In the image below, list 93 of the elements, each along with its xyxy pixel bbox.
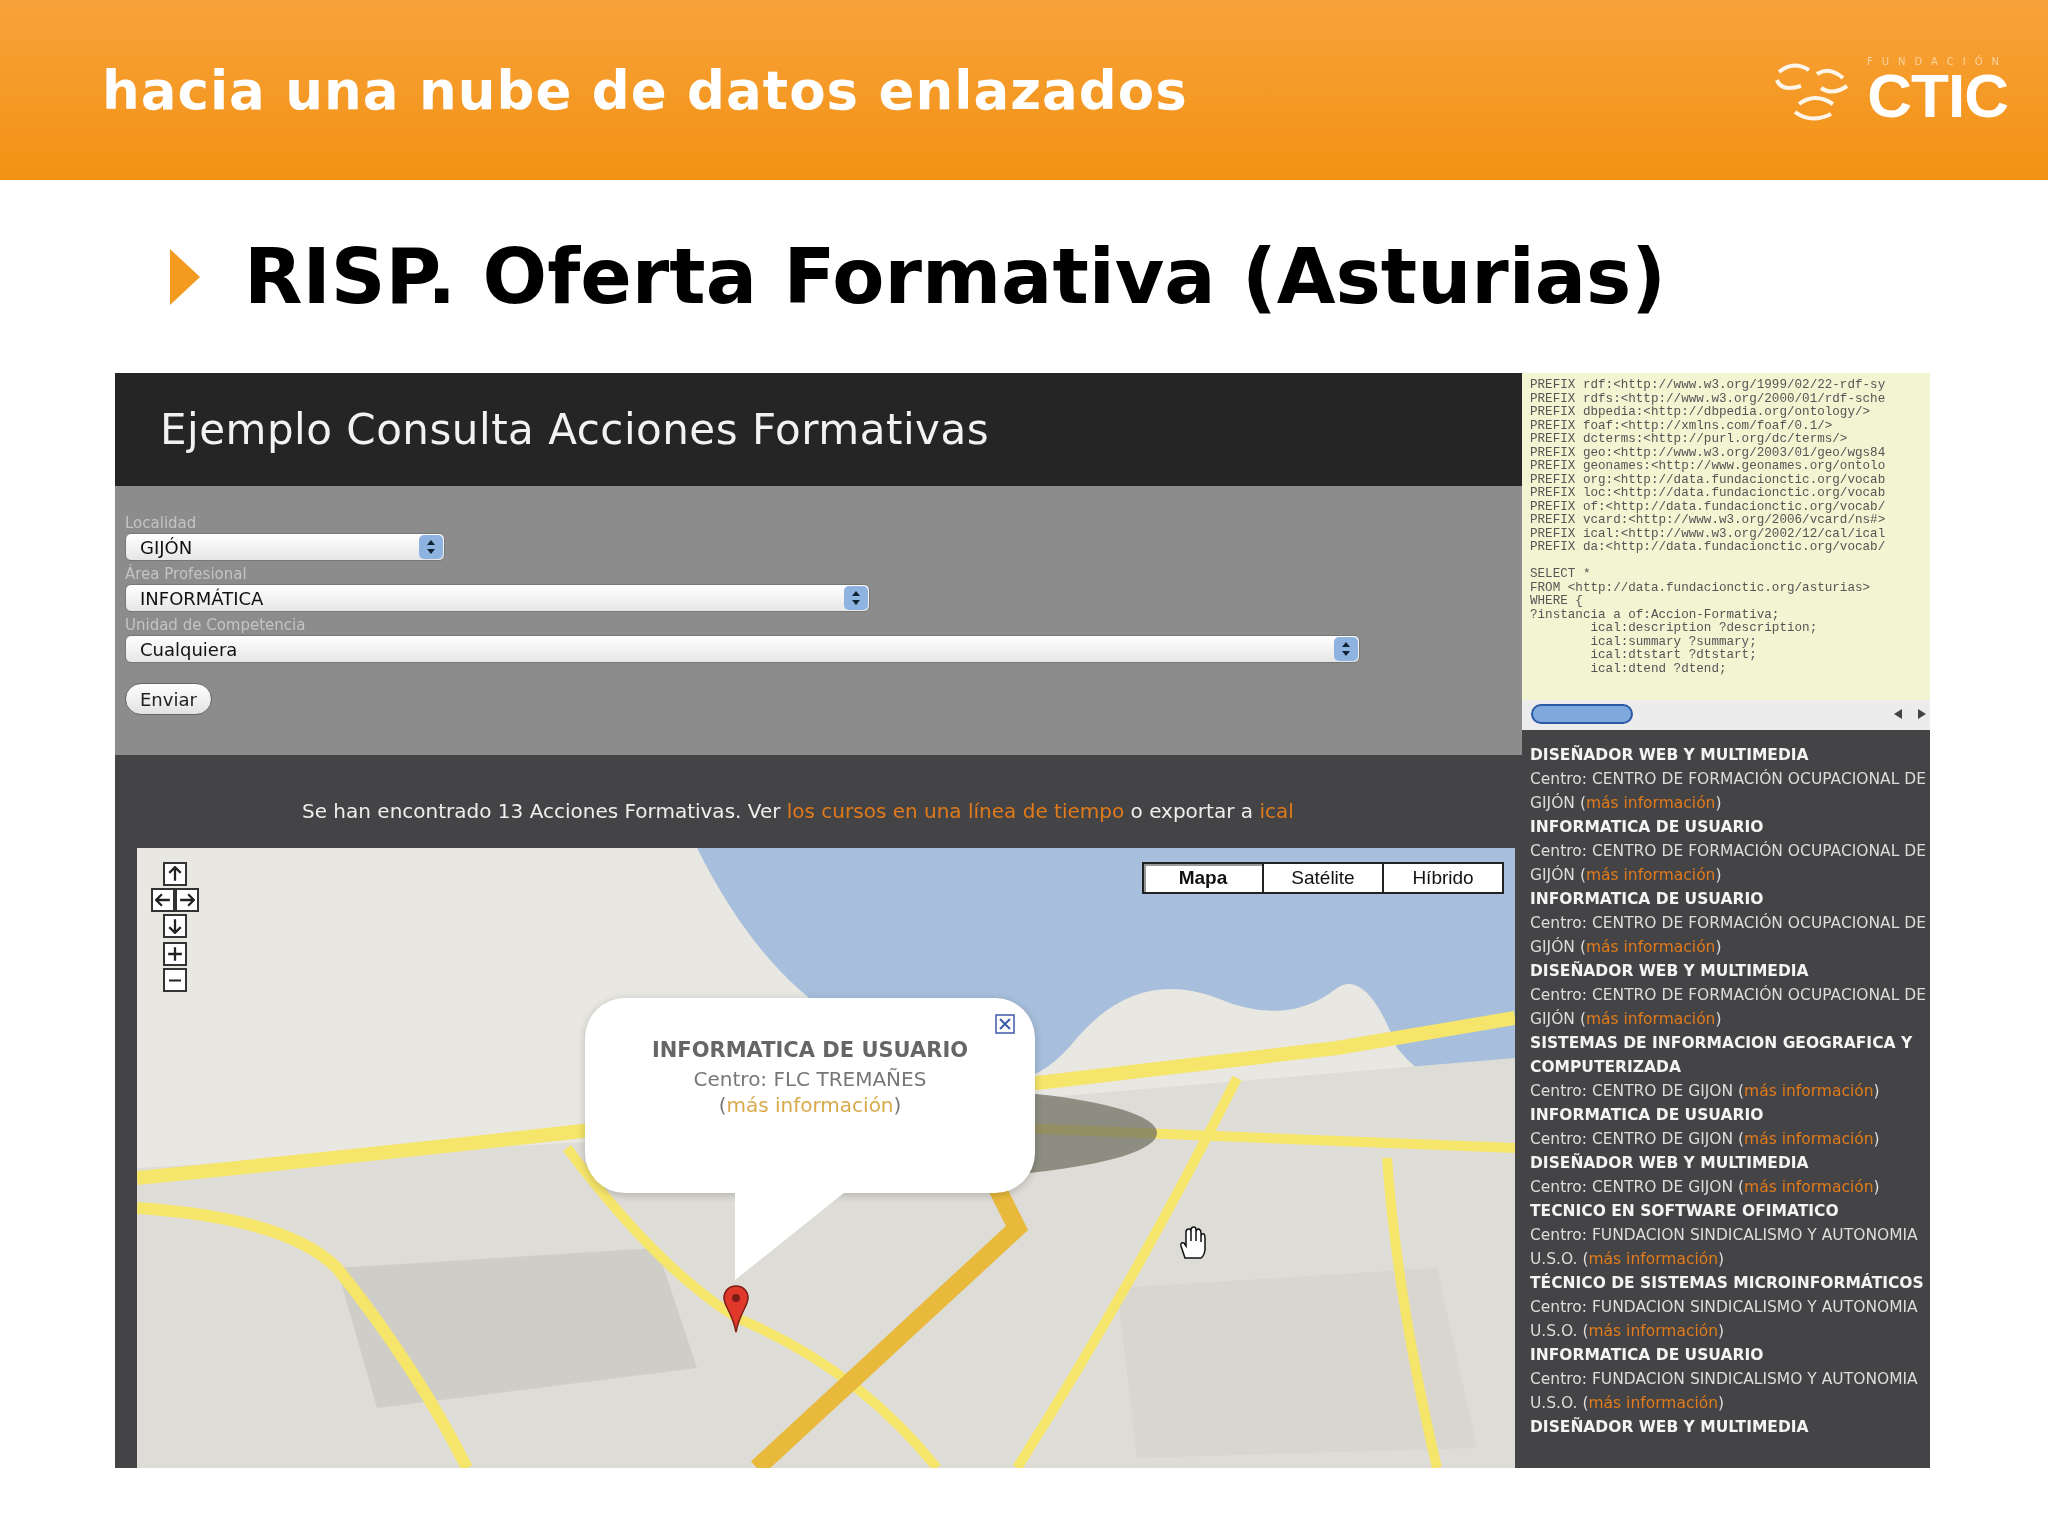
arrow-right-icon	[179, 892, 195, 908]
course-centre: Centro: CENTRO DE FORMACIÓN OCUPACIONAL DE GIJÓN (más información)	[1530, 768, 1926, 814]
dropdown[interactable]: INFORMÁTICA	[125, 584, 870, 612]
more-info-link[interactable]: más información	[1588, 1322, 1719, 1340]
zoom-out-button[interactable]	[163, 968, 187, 992]
submit-button[interactable]: Enviar	[125, 683, 212, 715]
map-type-tab[interactable]: Satélite	[1262, 862, 1384, 894]
logo-wordmark: CTIC	[1867, 66, 2008, 125]
more-info-link[interactable]: más información	[1585, 794, 1716, 812]
slide-title: RISP. Oferta Formativa (Asturias)	[244, 232, 1667, 321]
arrow-down-icon	[167, 918, 183, 934]
arrow-up-icon	[167, 866, 183, 882]
code-line: ?instancia a of:Accion-Formativa;	[1530, 608, 1780, 622]
code-line: PREFIX dcterms:<http://purl.org/dc/terms/>	[1530, 433, 1849, 447]
course-title: INFORMATICA DE USUARIO	[1530, 1105, 1765, 1126]
pan-right-button[interactable]	[175, 888, 199, 912]
header-title: hacia una nube de datos enlazados	[102, 59, 1188, 121]
code-line: PREFIX foaf:<http://xmlns.com/foaf/0.1/>	[1530, 419, 1833, 433]
hand-cursor-icon	[1177, 1226, 1207, 1260]
close-icon[interactable]	[995, 1014, 1015, 1034]
course-centre: Centro: FUNDACION SINDICALISMO Y AUTONOMIA U.S.O. (más información)	[1530, 1225, 1919, 1270]
code-line: WHERE {	[1530, 595, 1584, 609]
code-line: ical:dtstart ?dtstart;	[1589, 649, 1758, 663]
course-title: DISEÑADOR WEB Y MULTIMEDIA	[1530, 1416, 1810, 1438]
dropdown[interactable]: GIJÓN	[125, 533, 445, 561]
dropdown[interactable]: Cualquiera	[125, 635, 1360, 663]
code-line: PREFIX org:<http://data.fundacionctic.org/vocab	[1530, 473, 1887, 487]
code-line: FROM <http://data.fundacionctic.org/asturias>	[1530, 581, 1872, 595]
more-info-link[interactable]: más información	[726, 1093, 894, 1117]
code-line: PREFIX ical:<http://www.w3.org/2002/12/cal/ical	[1530, 527, 1887, 541]
course-centre: Centro: FUNDACION SINDICALISMO Y AUTONOMIA U.S.O. (más información)	[1530, 1369, 1919, 1414]
course-centre: Centro: CENTRO DE FORMACIÓN OCUPACIONAL DE GIJÓN (más información)	[1530, 912, 1926, 958]
export-link[interactable]: ical	[1259, 799, 1294, 823]
code-line: PREFIX rdfs:<http://www.w3.org/2000/01/rdf-sche	[1530, 392, 1887, 406]
code-line: PREFIX rdf:<http://www.w3.org/1999/02/22-rdf-sy	[1530, 379, 1887, 393]
code-line: PREFIX of:<http://data.fundacionctic.org/vocab/	[1530, 500, 1887, 514]
course-centre: Centro: FUNDACION SINDICALISMO Y AUTONOMIA U.S.O. (más información)	[1530, 1297, 1919, 1342]
field-label: Unidad de Competencia	[125, 616, 306, 635]
map-type-tab[interactable]: Híbrido	[1382, 862, 1504, 894]
course-title: TECNICO EN SOFTWARE OFIMATICO	[1530, 1201, 1840, 1222]
pan-left-button[interactable]	[151, 888, 175, 912]
scrollbar[interactable]	[1522, 700, 1930, 730]
code-line: PREFIX loc:<http://data.fundacionctic.org/vocab	[1530, 487, 1887, 501]
popup-text: Centro: FLC TREMAÑES (más información)	[692, 1066, 928, 1118]
results-summary: Se han encontrado 13 Acciones Formativas. Ver los cursos en una línea de tiempo o exportar a ical	[301, 798, 1295, 825]
logo-caption: FUNDACIÓN	[1866, 55, 2008, 67]
course-centre: Centro: CENTRO DE FORMACIÓN OCUPACIONAL DE GIJÓN (más información)	[1530, 984, 1926, 1030]
map-type-tab[interactable]: Mapa	[1142, 862, 1264, 894]
more-info-link[interactable]: más información	[1585, 866, 1716, 884]
timeline-link[interactable]: los cursos en una línea de tiempo	[786, 799, 1125, 823]
code-line: PREFIX geo:<http://www.w3.org/2003/01/geo/wgs84	[1530, 446, 1887, 460]
minus-icon	[168, 978, 182, 982]
more-info-link[interactable]: más información	[1744, 1082, 1874, 1100]
course-title: INFORMATICA DE USUARIO	[1530, 889, 1765, 910]
more-info-link[interactable]: más información	[1744, 1178, 1874, 1196]
page-title: Ejemplo Consulta Acciones Formativas	[160, 405, 990, 454]
course-title: INFORMATICA DE USUARIO	[1530, 1345, 1765, 1366]
zoom-in-button[interactable]	[163, 942, 187, 966]
field-label: Área Profesional	[125, 565, 247, 584]
course-title: DISEÑADOR WEB Y MULTIMEDIA	[1530, 1152, 1810, 1174]
code-line: PREFIX dbpedia:<http://dbpedia.org/ontology/>	[1530, 406, 1871, 420]
popup-title: INFORMATICA DE USUARIO	[651, 1038, 969, 1062]
course-title: DISEÑADOR WEB Y MULTIMEDIA	[1530, 744, 1810, 766]
code-line: ical:dtend ?dtend;	[1589, 662, 1728, 676]
pan-down-button[interactable]	[163, 914, 187, 938]
field-label: Localidad	[125, 514, 197, 533]
stepper-icon	[418, 534, 444, 560]
course-centre: Centro: CENTRO DE GIJON (más información)	[1530, 1177, 1881, 1198]
more-info-link[interactable]: más información	[1588, 1250, 1719, 1268]
course-centre: Centro: CENTRO DE GIJON (más información)	[1530, 1081, 1881, 1102]
more-info-link[interactable]: más información	[1744, 1130, 1874, 1148]
course-centre: Centro: CENTRO DE GIJON (más información)	[1530, 1129, 1881, 1150]
arrow-left-icon	[155, 892, 171, 908]
stepper-icon	[1333, 636, 1359, 662]
more-info-link[interactable]: más información	[1585, 1010, 1716, 1028]
map-pin-icon[interactable]	[722, 1284, 750, 1334]
code-line: PREFIX da:<http://data.fundacionctic.org/vocab/	[1530, 541, 1887, 555]
course-title: SISTEMAS DE INFORMACION GEOGRAFICA Y COMPUTERIZADA	[1530, 1033, 1914, 1078]
course-title: DISEÑADOR WEB Y MULTIMEDIA	[1530, 960, 1810, 982]
code-line: SELECT *	[1530, 568, 1592, 582]
more-info-link[interactable]: más información	[1585, 938, 1716, 956]
plus-icon	[167, 946, 183, 962]
code-line: ical:description ?description;	[1589, 622, 1819, 636]
more-info-link[interactable]: más información	[1588, 1394, 1719, 1412]
pan-up-button[interactable]	[163, 862, 187, 886]
stepper-icon	[843, 585, 869, 611]
code-line: PREFIX vcard:<http://www.w3.org/2006/vcard/ns#>	[1530, 514, 1887, 528]
course-centre: Centro: CENTRO DE FORMACIÓN OCUPACIONAL DE GIJÓN (más información)	[1530, 840, 1926, 886]
bullet-icon	[170, 248, 200, 305]
code-line: PREFIX geonames:<http://www.geonames.org/ontolo	[1530, 460, 1887, 474]
course-title: TÉCNICO DE SISTEMAS MICROINFORMÁTICOS	[1530, 1272, 1925, 1294]
code-line: ical:summary ?summary;	[1589, 635, 1758, 649]
course-title: INFORMATICA DE USUARIO	[1530, 817, 1765, 838]
